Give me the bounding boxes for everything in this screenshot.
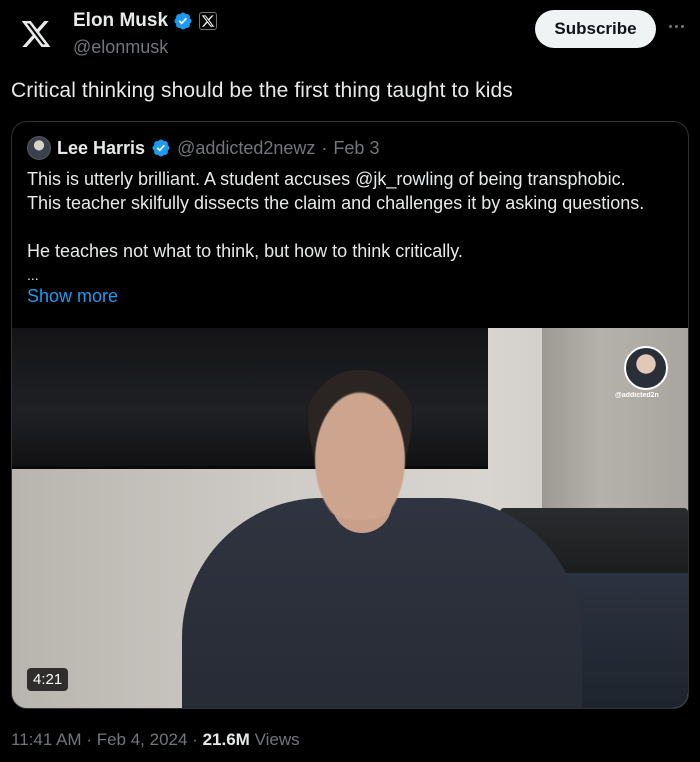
quoted-text-line: This is utterly brilliant. A student acc…	[27, 169, 626, 189]
subscribe-button[interactable]: Subscribe	[535, 10, 656, 48]
tweet-text: Critical thinking should be the first th…	[11, 79, 513, 102]
quoted-tweet-date[interactable]: Feb 3	[333, 138, 379, 159]
separator-dot: ·	[321, 137, 328, 158]
quoted-author-name[interactable]: Lee Harris	[57, 138, 145, 159]
quoted-tweet-body: This is utterly brilliant. A student acc…	[27, 167, 677, 287]
video-watermark-avatar	[624, 346, 668, 390]
ellipsis: ...	[27, 267, 39, 283]
video-duration-badge: 4:21	[27, 668, 69, 691]
tweet-date[interactable]: Feb 4, 2024	[97, 730, 188, 749]
quoted-text-line: This teacher skilfully dissects the clai…	[27, 193, 645, 213]
tweet-meta: 11:41 AM · Feb 4, 2024 · 21.6M Views	[11, 730, 300, 749]
verified-badge-icon	[174, 12, 192, 30]
views-count: 21.6M	[202, 730, 250, 749]
quoted-text-line: He teaches not what to think, but how to…	[27, 241, 463, 261]
tweet-page: Elon Musk @elonmusk Subscribe Critical t…	[0, 0, 700, 762]
views-label: Views	[254, 730, 300, 749]
more-dots-icon[interactable]	[664, 14, 688, 38]
avatar[interactable]	[27, 136, 51, 160]
video-player[interactable]: @addicted2n 4:21	[12, 328, 688, 708]
tweet-time[interactable]: 11:41 AM	[11, 730, 82, 749]
video-watermark: @addicted2n	[615, 392, 659, 399]
show-more-link[interactable]: Show more	[27, 286, 118, 307]
x-logo-icon[interactable]	[20, 18, 52, 50]
x-affiliation-badge-icon[interactable]	[199, 12, 218, 30]
verified-badge-icon	[152, 139, 170, 157]
author-handle[interactable]: @elonmusk	[73, 37, 168, 58]
quoted-author-handle[interactable]: @addicted2newz	[177, 138, 315, 159]
quoted-tweet-header: Lee Harris @addicted2newz · Feb 3	[27, 136, 379, 160]
author-name-row[interactable]: Elon Musk	[73, 10, 218, 32]
author-name[interactable]: Elon Musk	[73, 10, 168, 32]
quoted-tweet-card[interactable]: Lee Harris @addicted2newz · Feb 3 This i…	[11, 121, 689, 709]
